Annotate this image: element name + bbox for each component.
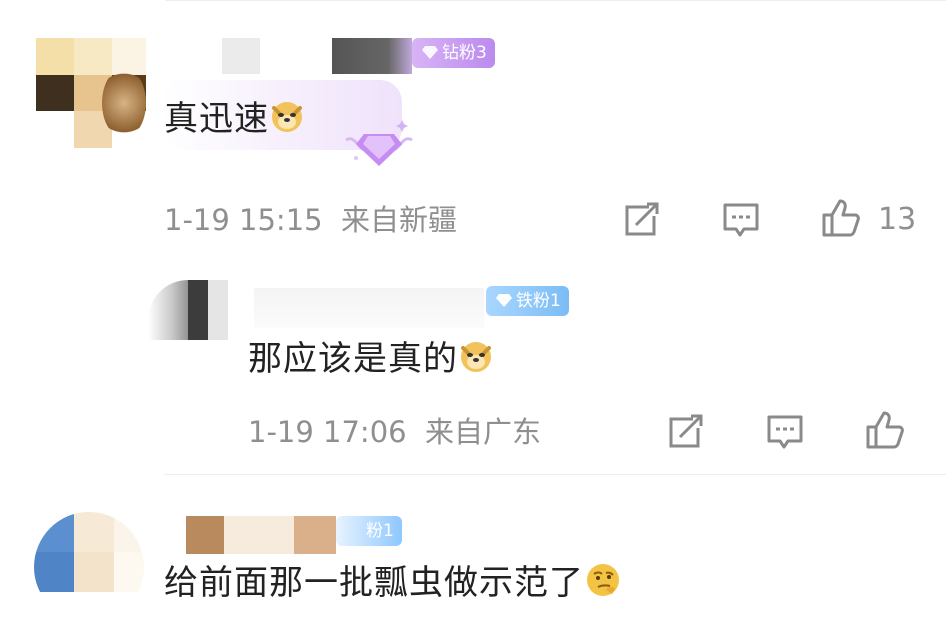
fan-badge-label: 钻粉3 bbox=[442, 43, 487, 63]
like-icon[interactable] bbox=[864, 409, 906, 451]
comment-time: 1-19 15:15 bbox=[164, 203, 323, 237]
fan-badge-diamond[interactable]: 钻粉3 bbox=[412, 38, 495, 68]
fan-badge-iron[interactable]: 铁粉1 bbox=[486, 286, 569, 316]
comment-text-content: 真迅速 bbox=[164, 99, 269, 139]
comment-location: 来自广东 bbox=[425, 415, 542, 449]
top-divider bbox=[165, 0, 946, 1]
avatar[interactable] bbox=[148, 280, 228, 340]
share-icon[interactable] bbox=[622, 202, 660, 238]
diamond-icon bbox=[422, 46, 438, 59]
doge-icon bbox=[461, 342, 491, 372]
diamond-icon bbox=[496, 294, 512, 307]
avatar[interactable] bbox=[34, 512, 144, 622]
comment-location: 来自新疆 bbox=[341, 203, 458, 237]
avatar[interactable] bbox=[36, 38, 146, 148]
comment-text-content: 那应该是真的 bbox=[248, 339, 458, 379]
fan-badge-label: 铁粉1 bbox=[516, 291, 561, 311]
comment-icon[interactable] bbox=[722, 202, 760, 238]
comment-divider bbox=[164, 474, 946, 475]
comment-text: 给前面那一批瓢虫做示范了 bbox=[164, 560, 622, 606]
comment-text: 真迅速 bbox=[164, 96, 305, 142]
thinking-face-icon bbox=[587, 564, 619, 596]
like-icon[interactable] bbox=[820, 197, 862, 239]
fan-badge-label: 粉1 bbox=[366, 521, 394, 541]
username-obscured[interactable] bbox=[294, 516, 336, 554]
doge-icon bbox=[272, 102, 302, 132]
username-obscured[interactable] bbox=[224, 516, 294, 554]
diamond-fan-decoration bbox=[345, 120, 413, 166]
fan-badge[interactable]: 粉1 bbox=[336, 516, 402, 546]
like-count: 13 bbox=[878, 202, 917, 237]
username-obscured[interactable] bbox=[222, 38, 260, 74]
share-icon[interactable] bbox=[666, 414, 704, 450]
comment-meta: 1-19 15:15 来自新疆 bbox=[164, 200, 457, 240]
comment-meta: 1-19 17:06 来自广东 bbox=[248, 412, 541, 452]
comment-text: 那应该是真的 bbox=[248, 336, 494, 382]
username-obscured[interactable] bbox=[186, 516, 224, 554]
comment-icon[interactable] bbox=[766, 414, 804, 450]
username-obscured[interactable] bbox=[254, 288, 484, 328]
username-obscured[interactable] bbox=[332, 38, 412, 74]
comment-time: 1-19 17:06 bbox=[248, 415, 407, 449]
comment-text-content: 给前面那一批瓢虫做示范了 bbox=[164, 563, 584, 603]
